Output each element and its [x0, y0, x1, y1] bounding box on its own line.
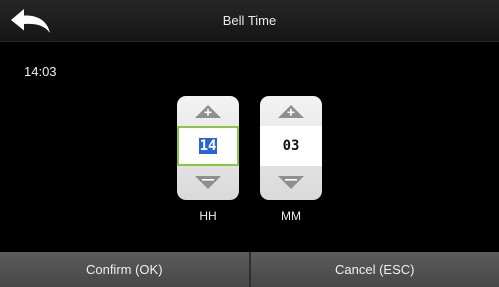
back-arrow-icon	[6, 3, 56, 39]
arrow-down-icon	[192, 172, 224, 194]
bell-time-screen: Bell Time 14:03 14 03 HH MM Confirm (OK)…	[0, 0, 499, 287]
footer-bar: Confirm (OK) Cancel (ESC)	[0, 252, 499, 287]
hour-up-button[interactable]	[192, 100, 224, 122]
hour-spinner: 14	[177, 96, 239, 200]
confirm-button[interactable]: Confirm (OK)	[0, 252, 249, 287]
hour-down-button[interactable]	[192, 172, 224, 194]
minute-value: 03	[282, 138, 300, 154]
hour-label: HH	[199, 209, 217, 223]
cancel-button[interactable]: Cancel (ESC)	[250, 252, 499, 287]
minute-field[interactable]: 03	[260, 126, 322, 166]
hour-field[interactable]: 14	[177, 126, 239, 166]
minute-down-button[interactable]	[275, 172, 307, 194]
title-bar: Bell Time	[0, 0, 499, 42]
current-time-display: 14:03	[24, 64, 57, 79]
arrow-down-icon	[275, 172, 307, 194]
page-title: Bell Time	[222, 13, 277, 28]
back-button[interactable]	[6, 3, 56, 39]
arrow-up-icon	[192, 100, 224, 122]
arrow-up-icon	[275, 100, 307, 122]
minute-up-button[interactable]	[275, 100, 307, 122]
minute-label: MM	[281, 209, 301, 223]
hour-value: 14	[198, 138, 218, 154]
minute-spinner: 03	[260, 96, 322, 200]
